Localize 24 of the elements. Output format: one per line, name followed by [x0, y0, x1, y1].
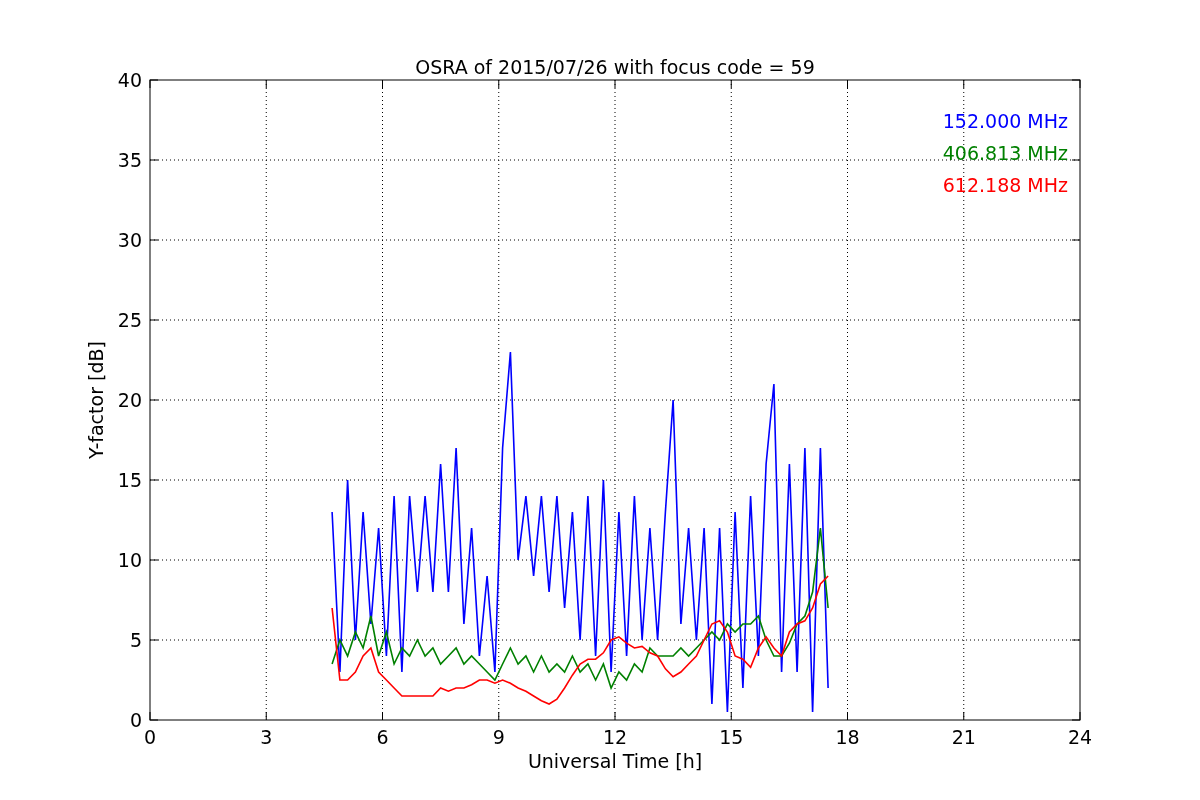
legend-label: 152.000 MHz	[942, 110, 1068, 132]
axis-label: Y-factor [dB]	[85, 341, 107, 459]
tick-label: 18	[835, 726, 860, 748]
tick-label: 3	[260, 726, 273, 748]
tick-label: 25	[117, 309, 142, 331]
chart-title: OSRA of 2015/07/26 with focus code = 59	[415, 56, 815, 78]
tick-label: 21	[951, 726, 976, 748]
tick-label: 5	[129, 629, 142, 651]
tick-label: 30	[117, 229, 142, 251]
tick-label: 0	[129, 709, 142, 731]
tick-label: 24	[1067, 726, 1093, 748]
legend-label: 612.188 MHz	[942, 174, 1068, 196]
legend-label: 406.813 MHz	[942, 142, 1068, 164]
tick-label: 15	[719, 726, 744, 748]
tick-label: 9	[492, 726, 505, 748]
tick-label: 40	[117, 69, 142, 91]
tick-label: 15	[117, 469, 142, 491]
tick-label: 12	[602, 726, 628, 748]
tick-label: 35	[117, 149, 142, 171]
tick-label: 6	[376, 726, 389, 748]
tick-label: 20	[117, 389, 142, 411]
tick-label: 0	[143, 726, 157, 748]
tick-label: 10	[117, 549, 142, 571]
axis-label: Universal Time [h]	[527, 750, 703, 772]
